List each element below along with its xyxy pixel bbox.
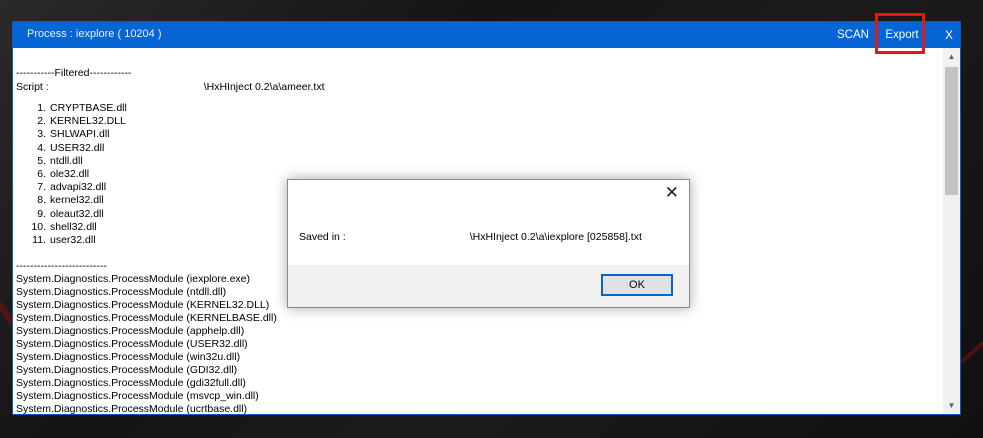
redacted-path [346,230,470,240]
list-item-number: 10. [31,220,46,233]
export-button[interactable]: Export [876,22,928,48]
module-line: System.Diagnostics.ProcessModule (KERNEL… [16,312,277,325]
saved-message: Saved in : \HxHInject 0.2\a\iexplore [025… [299,230,642,243]
list-item-name: kernel32.dll [50,194,104,207]
list-item-name: CRYPTBASE.dll [50,102,127,114]
dialog-footer: OK [288,265,689,307]
module-line: System.Diagnostics.ProcessModule (ucrtba… [16,403,248,415]
list-item: 3. SHLWAPI.dll [16,128,936,141]
list-item-name: advapi32.dll [50,181,107,194]
list-item: 4. USER32.dll [16,142,936,155]
list-item-name: ntdll.dll [50,154,83,167]
saved-path: \HxHInject 0.2\a\iexplore [025858].txt [469,231,642,243]
list-item-number: 1. [37,102,46,114]
background-streak [960,308,983,364]
list-item-name: SHLWAPI.dll [50,128,110,141]
list-item-number: 7. [37,181,46,194]
list-item: 2. KERNEL32.DLL [16,115,936,128]
list-item-name: oleaut32.dll [50,207,104,220]
dialog-close-icon[interactable]: ✕ [665,184,679,202]
list-item-name: ole32.dll [50,167,90,180]
module-line: System.Diagnostics.ProcessModule (USER32… [16,338,248,351]
list-item-name: user32.dll [50,233,96,246]
list-item-number: 6. [37,167,46,180]
vertical-scrollbar[interactable]: ▲ ▼ [943,48,960,414]
list-item: 1. CRYPTBASE.dll [16,102,936,115]
scroll-up-arrow-icon[interactable]: ▲ [943,48,960,65]
list-item-name: KERNEL32.DLL [50,115,126,128]
module-line: System.Diagnostics.ProcessModule (gdi32f… [16,377,246,390]
list-item-number: 5. [37,154,46,167]
list-item-name: USER32.dll [50,141,105,154]
ok-button[interactable]: OK [601,274,673,296]
filtered-header: -----------Filtered------------ [16,67,132,79]
redacted-path [48,80,204,90]
scroll-down-arrow-icon[interactable]: ▼ [943,397,960,414]
window-title: Process : iexplore ( 10204 ) [27,28,162,40]
module-line: System.Diagnostics.ProcessModule (win32u… [16,351,241,364]
close-button[interactable]: X [941,22,957,48]
scrollbar-thumb[interactable] [945,67,958,195]
scan-button[interactable]: SCAN [837,22,869,48]
list-item: 5. ntdll.dll [16,155,936,168]
list-item-number: 2. [37,115,46,128]
script-label: Script : [16,81,49,93]
saved-label: Saved in : [299,231,346,243]
script-path: \HxHInject 0.2\a\ameer.txt [203,81,325,93]
list-item-number: 3. [37,128,46,141]
list-item-number: 4. [37,141,46,154]
script-line: Script : \HxHInject 0.2\a\ameer.txt [16,80,936,93]
title-bar: Process : iexplore ( 10204 ) SCAN Export… [13,22,960,48]
module-line: System.Diagnostics.ProcessModule (msvcp_… [16,390,259,403]
module-line: System.Diagnostics.ProcessModule (apphel… [16,325,245,338]
list-item-number: 11. [32,233,46,246]
saved-message-dialog: ✕ Saved in : \HxHInject 0.2\a\iexplore [0… [287,179,690,308]
list-item-number: 9. [37,207,46,220]
list-item-name: shell32.dll [50,220,97,233]
list-item-number: 8. [37,194,46,207]
module-line: System.Diagnostics.ProcessModule (GDI32.… [16,364,238,377]
